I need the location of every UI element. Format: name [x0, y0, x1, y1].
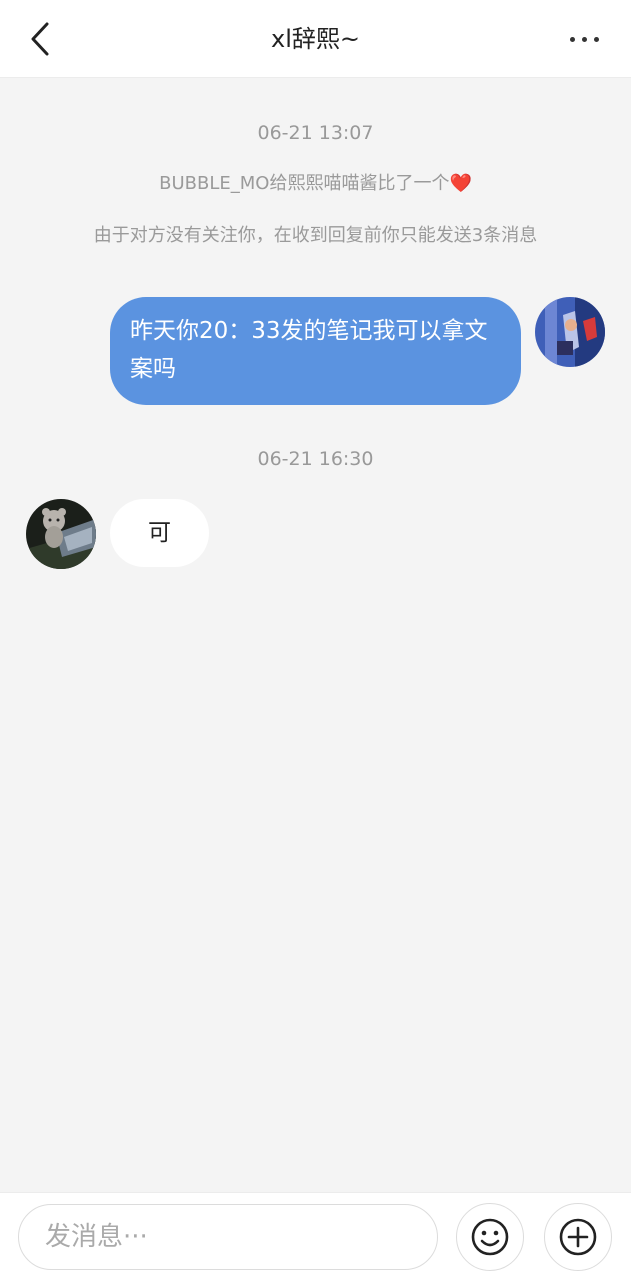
message-bubble-self[interactable]: 昨天你20：33发的笔记我可以拿文案吗	[110, 297, 521, 405]
message-input[interactable]: 发消息···	[18, 1204, 438, 1270]
more-button[interactable]	[559, 20, 609, 58]
timestamp: 06-21 13:07	[257, 122, 374, 144]
timestamp: 06-21 16:30	[257, 448, 374, 470]
system-message-like-text: BUBBLE_MO给熙熙喵喵酱比了一个	[159, 173, 450, 194]
chat-header: xl辞熙~	[0, 0, 631, 78]
message-list[interactable]: 06-21 13:07 BUBBLE_MO给熙熙喵喵酱比了一个❤️ 由于对方没有…	[0, 78, 631, 1192]
contact-avatar[interactable]	[26, 499, 96, 569]
smiley-icon	[471, 1218, 509, 1256]
system-message-limit: 由于对方没有关注你，在收到回复前你只能发送3条消息	[93, 225, 538, 246]
back-button[interactable]	[18, 16, 62, 62]
more-horizontal-icon	[566, 36, 602, 42]
message-bubble-other[interactable]: 可	[110, 499, 209, 567]
self-avatar[interactable]	[535, 297, 605, 367]
system-message-like: BUBBLE_MO给熙熙喵喵酱比了一个❤️	[60, 172, 571, 196]
plus-button[interactable]	[544, 1203, 612, 1271]
composer-bar: 发消息···	[0, 1192, 631, 1280]
plus-circle-icon	[559, 1218, 597, 1256]
chat-title: xl辞熙~	[271, 25, 360, 53]
chevron-left-icon	[31, 22, 49, 56]
heart-icon: ❤️	[449, 173, 472, 194]
emoji-button[interactable]	[456, 1203, 524, 1271]
